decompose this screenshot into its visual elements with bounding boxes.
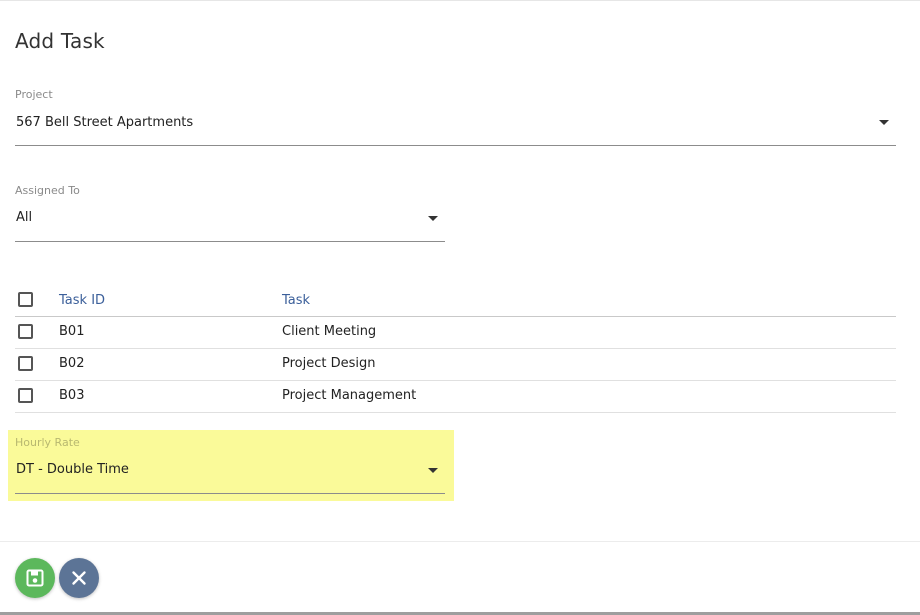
- hourly-rate-underline: [15, 493, 445, 494]
- assigned-to-label: Assigned To: [15, 184, 80, 197]
- assigned-to-underline: [15, 241, 445, 242]
- assigned-to-select[interactable]: [15, 205, 445, 242]
- table-cell-task-id: B02: [59, 356, 85, 371]
- project-label: Project: [15, 88, 53, 101]
- select-all-checkbox[interactable]: [18, 292, 33, 307]
- table-cell-task: Project Management: [282, 388, 417, 403]
- table-header-divider: [15, 316, 896, 317]
- table-row-divider: [15, 348, 896, 349]
- footer-divider: [0, 541, 920, 542]
- column-header-task[interactable]: Task: [282, 293, 310, 308]
- hourly-rate-chevron-down-icon[interactable]: [428, 468, 438, 473]
- close-icon: [72, 571, 86, 585]
- floppy-disk-icon: [26, 569, 44, 587]
- dialog-title: Add Task: [15, 29, 105, 53]
- row-checkbox-b01[interactable]: [18, 324, 33, 339]
- row-checkbox-b02[interactable]: [18, 356, 33, 371]
- project-underline: [15, 145, 896, 146]
- cancel-button[interactable]: [59, 558, 99, 598]
- row-checkbox-b03[interactable]: [18, 388, 33, 403]
- table-cell-task-id: B01: [59, 324, 85, 339]
- column-header-task-id[interactable]: Task ID: [59, 293, 105, 308]
- table-row-divider: [15, 380, 896, 381]
- table-row-divider: [15, 412, 896, 413]
- hourly-rate-label: Hourly Rate: [15, 436, 80, 449]
- table-cell-task-id: B03: [59, 388, 85, 403]
- assigned-to-value: All: [16, 210, 33, 225]
- top-divider: [0, 0, 920, 1]
- save-button[interactable]: [15, 558, 55, 598]
- project-value: 567 Bell Street Apartments: [16, 115, 194, 130]
- table-cell-task: Client Meeting: [282, 324, 377, 339]
- hourly-rate-value: DT - Double Time: [16, 462, 129, 477]
- table-cell-task: Project Design: [282, 356, 376, 371]
- project-chevron-down-icon[interactable]: [879, 120, 889, 125]
- assigned-to-chevron-down-icon[interactable]: [428, 216, 438, 221]
